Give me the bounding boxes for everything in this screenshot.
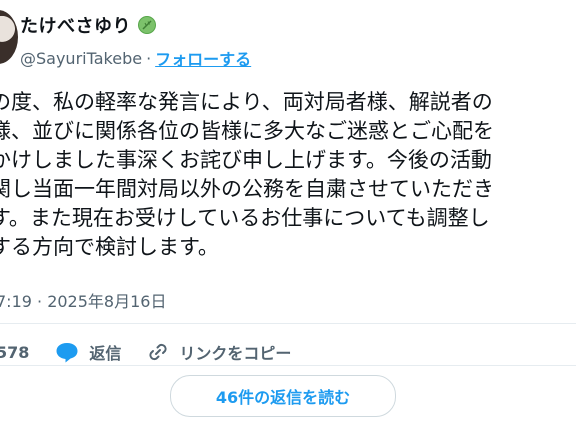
reply-button[interactable]: 返信: [55, 340, 121, 364]
follow-button[interactable]: フォローする: [155, 46, 251, 70]
action-bar: 578 返信 リンクをコピー: [0, 340, 317, 364]
author-name-row: たけべさゆり: [20, 12, 157, 38]
copy-link-label: リンクをコピー: [179, 344, 292, 363]
reply-label: 返信: [89, 344, 122, 363]
tweet-timestamp[interactable]: 7:19 · 2025年8月16日: [0, 288, 166, 312]
leaf-emoji-icon: [137, 15, 157, 35]
avatar[interactable]: [0, 10, 18, 64]
link-icon: [149, 343, 167, 361]
handle-row: @SayuriTakebe · フォローする: [20, 46, 251, 70]
display-name[interactable]: たけべさゆり: [20, 12, 131, 38]
tweet-text: の度、私の軽率な発言により、両対局者様、解説者の 様、並びに関係各位の皆様に多大…: [0, 88, 576, 262]
tweet-line: する方向で検討します。: [0, 235, 219, 259]
tweet-line: かけしました事深くお詫び申し上げます。今後の活動: [0, 148, 492, 172]
tweet-line: す。また現在お受けしているお仕事についても調整し: [0, 206, 490, 230]
read-replies-button[interactable]: 46件の返信を読む: [170, 375, 396, 417]
reply-icon: [56, 343, 78, 363]
tweet-line: 関し当面一年間対局以外の公務を自粛させていただき: [0, 177, 494, 201]
divider: [0, 365, 576, 366]
handle-separator: ·: [146, 48, 152, 68]
divider: [0, 323, 576, 324]
tweet-line: の度、私の軽率な発言により、両対局者様、解説者の: [0, 90, 493, 114]
tweet-line: 様、並びに関係各位の皆様に多大なご迷惑とご心配を: [0, 119, 494, 143]
copy-link-button[interactable]: リンクをコピー: [147, 340, 291, 364]
like-button[interactable]: 578: [0, 343, 29, 362]
like-count: 578: [0, 342, 30, 362]
handle[interactable]: @SayuriTakebe: [20, 49, 142, 68]
